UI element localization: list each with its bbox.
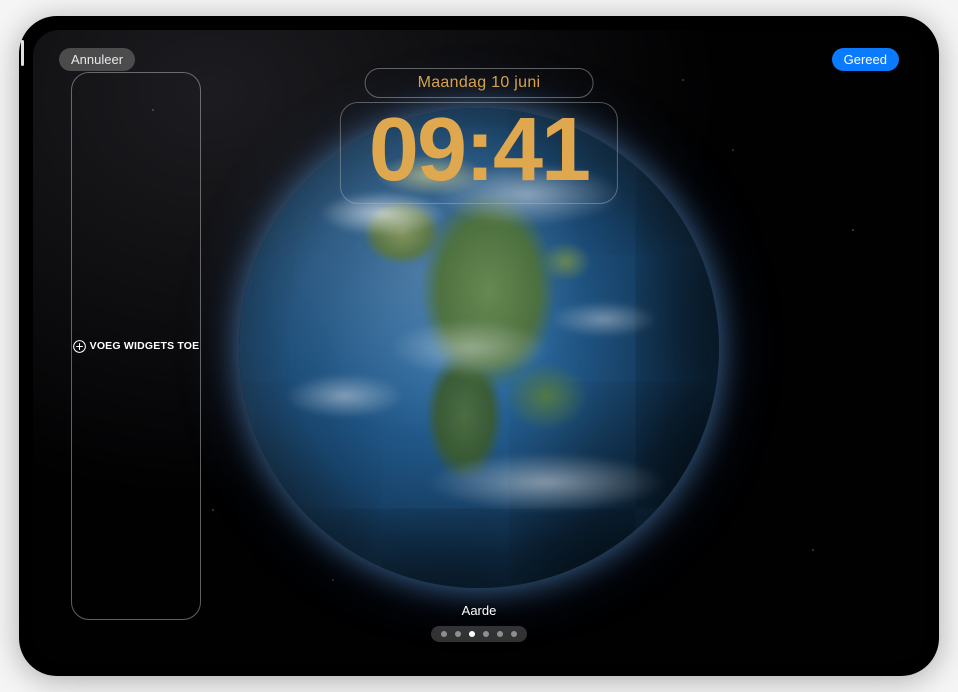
lockscreen-editor: Annuleer Gereed Maandag 10 juni 09:41 VO…	[33, 30, 925, 662]
widget-panel[interactable]: VOEG WIDGETS TOE	[71, 72, 201, 620]
pager-dot[interactable]	[511, 631, 517, 637]
pager-dot[interactable]	[469, 631, 475, 637]
date-widget-slot[interactable]: Maandag 10 juni	[365, 68, 594, 98]
pager-dot[interactable]	[483, 631, 489, 637]
done-button[interactable]: Gereed	[832, 48, 899, 71]
wallpaper-pager[interactable]	[431, 626, 527, 642]
cancel-button[interactable]: Annuleer	[59, 48, 135, 71]
add-widgets-label: VOEG WIDGETS TOE	[90, 340, 200, 352]
add-widgets-prompt: VOEG WIDGETS TOE	[73, 340, 200, 353]
top-toolbar: Annuleer Gereed	[33, 48, 925, 71]
clock-time: 09:41	[369, 105, 589, 195]
pager-dot[interactable]	[441, 631, 447, 637]
pager-dot[interactable]	[455, 631, 461, 637]
pager-dot[interactable]	[497, 631, 503, 637]
time-style-selector[interactable]: 09:41	[340, 102, 618, 204]
wallpaper-name-label: Aarde	[462, 603, 497, 618]
plus-circle-icon	[73, 340, 86, 353]
frame-side-indicator	[21, 40, 24, 66]
ipad-frame: Annuleer Gereed Maandag 10 juni 09:41 VO…	[19, 16, 939, 676]
